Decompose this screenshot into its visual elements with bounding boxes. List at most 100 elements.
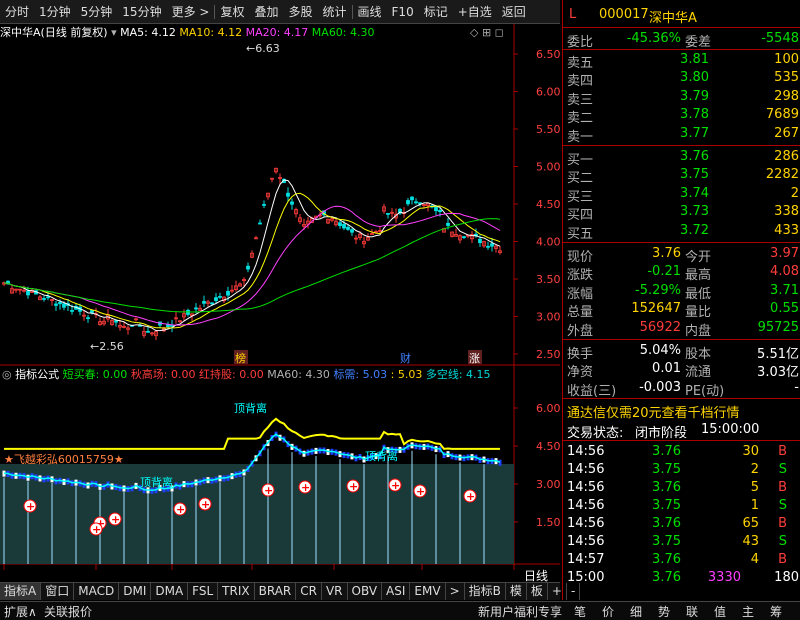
stat-label: 内盘 xyxy=(685,323,712,339)
right-tab-7[interactable]: 筹 xyxy=(770,603,782,620)
toolbar-item-7[interactable]: 多股 xyxy=(283,3,317,20)
tab-5[interactable]: FSL xyxy=(188,583,219,600)
right-tab-3[interactable]: 势 xyxy=(658,603,670,620)
tab-8[interactable]: CR xyxy=(296,583,322,600)
related-quote-button[interactable]: 关联报价 xyxy=(44,603,92,620)
stat-value: 56922 xyxy=(639,319,681,335)
stat-value: 3.03亿 xyxy=(757,365,799,381)
stat-value: 3.97 xyxy=(770,246,799,261)
quote-row: 买一 3.76 286 xyxy=(563,148,800,168)
toolbar-item-1[interactable]: 1分钟 xyxy=(34,3,76,20)
tab-13[interactable]: > xyxy=(446,583,465,600)
quote-row: 14:56 3.76 5 B xyxy=(563,479,800,497)
svg-text:+: + xyxy=(466,490,475,503)
toolbar-item-8[interactable]: 统计 xyxy=(318,3,352,20)
quote-row: 买三 3.74 2 xyxy=(563,185,800,205)
tab-12[interactable]: EMV xyxy=(410,583,446,600)
dropdown-icon[interactable]: ▾ xyxy=(111,26,117,39)
toolbar-item-3[interactable]: 15分钟 xyxy=(117,3,166,20)
tick-time: 14:57 xyxy=(567,552,605,567)
bang-marker[interactable]: 榜 xyxy=(235,351,246,365)
toolbar-item-11[interactable]: 标记 xyxy=(419,3,453,20)
stat-value: - xyxy=(794,379,799,395)
toolbar-item-5[interactable]: 复权 xyxy=(215,3,249,20)
stat-label: 净资 xyxy=(567,365,594,381)
chart-window-icons[interactable]: ◇ ⊞ ◻ xyxy=(470,26,504,39)
tab-11[interactable]: ASI xyxy=(382,583,411,600)
tick-price: 3.76 xyxy=(652,516,681,531)
right-tab-6[interactable]: 主 xyxy=(742,603,754,620)
trade-status: 闭市阶段 xyxy=(635,426,688,441)
buy-signal-icon: + xyxy=(89,522,103,536)
indicator-e: 标需: 5.03 xyxy=(333,368,388,381)
tick-price: 3.75 xyxy=(652,498,681,513)
quote-row: 涨幅 -5.29% 最低 3.71 xyxy=(563,282,800,302)
tab-9[interactable]: VR xyxy=(322,583,348,600)
tab-16[interactable]: 板 xyxy=(527,583,548,600)
kline-chart[interactable]: 6.50 6.00 5.50 5.00 4.50 4.00 3.50 3.00 2.50 ←6.… xyxy=(0,24,560,570)
buy-signal-icon: + xyxy=(298,480,312,494)
tab-2[interactable]: MACD xyxy=(74,583,120,600)
toolbar-item-0[interactable]: 分时 xyxy=(0,3,34,20)
stat-value: 4.08 xyxy=(770,264,799,280)
tab-7[interactable]: BRAR xyxy=(255,583,297,600)
tab-1[interactable]: 窗口 xyxy=(41,583,75,600)
wecha-label: 委差 xyxy=(685,35,712,50)
cai-marker[interactable]: 财 xyxy=(400,351,411,365)
tab-10[interactable]: OBV xyxy=(348,583,383,600)
stat-label: 收益(三) xyxy=(567,383,617,399)
zhang-marker[interactable]: 涨 xyxy=(469,352,480,365)
wecha-value: -5548 xyxy=(761,31,799,46)
indicator-c: 红持股: 0.00 xyxy=(199,368,264,381)
stat-label: 今开 xyxy=(685,250,712,265)
quote-row: 外盘 56922 内盘 95725 xyxy=(563,319,800,339)
stat-label: 最高 xyxy=(685,268,712,284)
toolbar-item-10[interactable]: F10 xyxy=(387,5,419,19)
tick-vol: 4 xyxy=(750,552,759,567)
price-tick: 6.00 xyxy=(536,86,560,99)
indicator-name[interactable]: 指标公式 xyxy=(15,368,59,381)
ma60-label: MA60: 4.30 xyxy=(311,26,375,39)
right-tab-1[interactable]: 价 xyxy=(602,603,614,620)
toolbar-item-6[interactable]: 叠加 xyxy=(249,3,283,20)
stat-value: -0.21 xyxy=(647,264,681,280)
tab-4[interactable]: DMA xyxy=(151,583,189,600)
right-tab-2[interactable]: 细 xyxy=(630,603,642,620)
stat-value: 5.51亿 xyxy=(757,347,799,362)
toolbar-item-4[interactable]: 更多 > xyxy=(167,3,215,20)
tab-15[interactable]: 模 xyxy=(506,583,527,600)
tick-flag: S xyxy=(778,498,787,513)
ask-label: 卖五 xyxy=(567,56,594,71)
new-user-promo[interactable]: 新用户福利专享 xyxy=(478,603,562,620)
stat-value: 3.71 xyxy=(770,282,799,298)
date-axis-period[interactable]: 日线 xyxy=(524,567,548,584)
tab-0[interactable]: 指标A xyxy=(0,583,42,600)
tab-14[interactable]: 指标B xyxy=(465,583,506,600)
ma5-label: MA5: 4.12 xyxy=(120,26,176,39)
buy-signal-icon: + xyxy=(108,512,122,526)
tick-flag: S xyxy=(778,462,787,477)
expand-button[interactable]: 扩展∧ xyxy=(4,603,37,620)
right-tab-0[interactable]: 笔 xyxy=(574,603,586,620)
bid-vol: 338 xyxy=(774,204,799,220)
indicator-tick: 6.00 xyxy=(536,402,560,415)
quote-row: 涨跌 -0.21 最高 4.08 xyxy=(563,263,800,284)
tick-time: 15:00 xyxy=(567,570,605,585)
bid-vol: 2282 xyxy=(765,167,799,183)
tab-6[interactable]: TRIX xyxy=(218,583,255,600)
bid-price: 3.76 xyxy=(680,149,709,164)
tab-3[interactable]: DMI xyxy=(119,583,152,600)
toolbar-item-13[interactable]: 返回 xyxy=(497,3,531,20)
toolbar-item-12[interactable]: +自选 xyxy=(453,3,497,20)
right-tab-5[interactable]: 值 xyxy=(714,603,726,620)
indicator-tick: 1.50 xyxy=(536,516,560,529)
indicator-dropdown-icon[interactable]: ◎ xyxy=(2,368,12,381)
stat-label: PE(动) xyxy=(685,383,725,399)
toolbar-item-2[interactable]: 5分钟 xyxy=(76,3,118,20)
indicator-tick: 3.00 xyxy=(536,478,560,491)
tick-time: 14:56 xyxy=(567,462,605,477)
toolbar-item-9[interactable]: 画线 xyxy=(353,3,387,20)
star-label: ★飞越彩弘60015759★ xyxy=(4,452,124,466)
quote-row: 卖四 3.80 535 xyxy=(563,69,800,89)
right-tab-4[interactable]: 联 xyxy=(686,603,698,620)
